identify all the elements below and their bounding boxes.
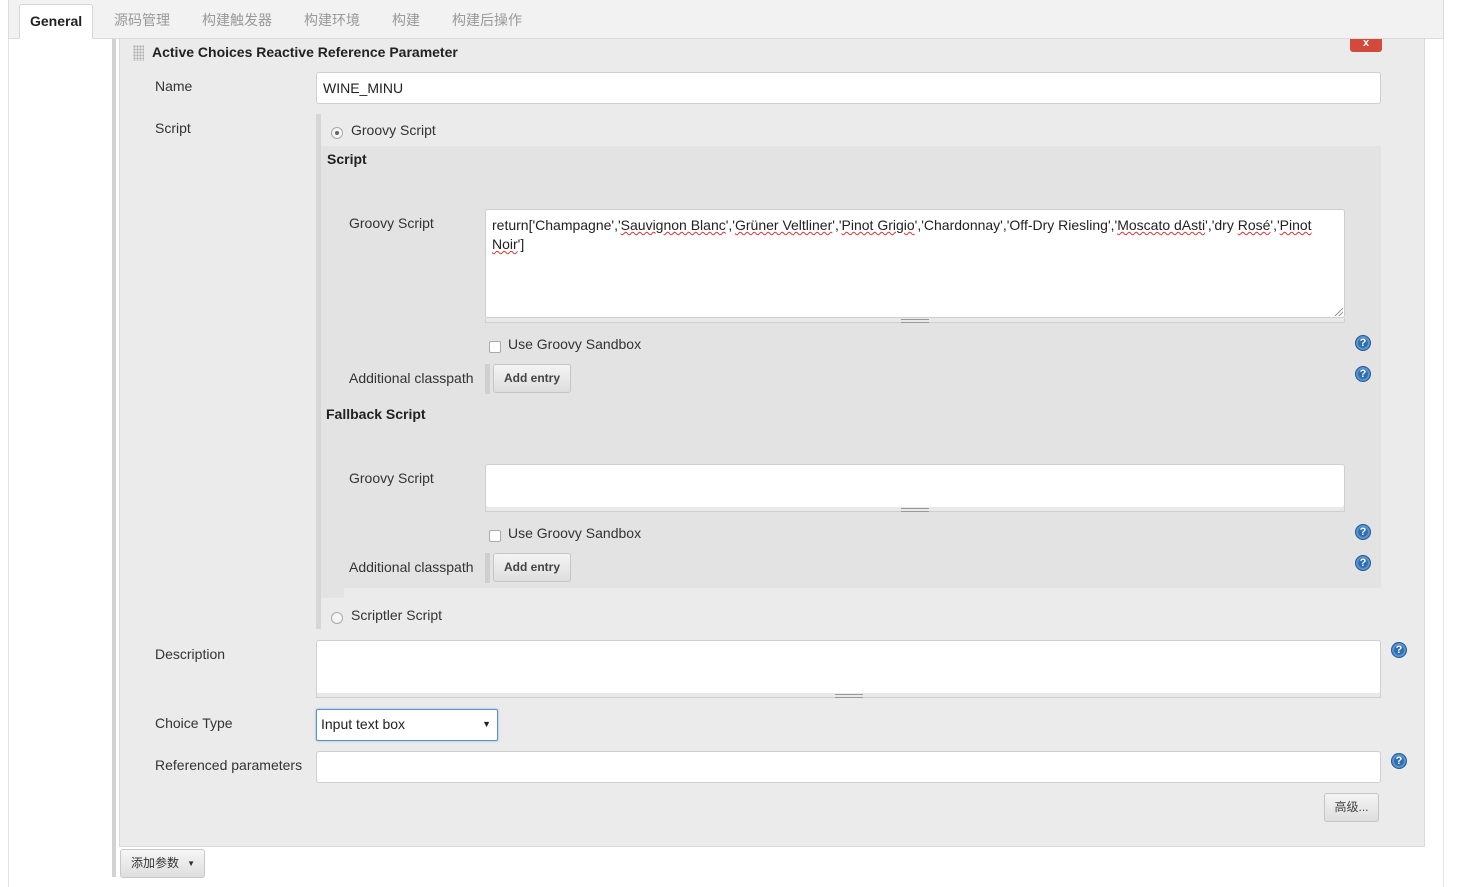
description-textarea[interactable] (316, 640, 1381, 694)
code-text: Rosé (1237, 217, 1271, 233)
fallback-classpath-label: Additional classpath (349, 559, 474, 575)
code-text: Grüner Veltliner (734, 217, 833, 233)
code-text: Pinot Grigio (841, 217, 915, 233)
code-text: ',' (725, 217, 735, 233)
code-text: Moscato dAsti (1117, 217, 1206, 233)
code-text: ','Chardonnay','Off-Dry Riesling',' (914, 217, 1118, 233)
help-icon[interactable]: ? (1355, 335, 1371, 351)
script-groovy-textarea[interactable]: return['Champagne','Sauvignon Blanc','Gr… (485, 209, 1345, 318)
tab-general[interactable]: General (19, 4, 94, 39)
frame-border-left (8, 39, 9, 887)
parameter-title: Active Choices Reactive Reference Parame… (152, 44, 458, 60)
drag-handle-icon[interactable] (133, 45, 144, 61)
script-classpath-label: Additional classpath (349, 370, 474, 386)
code-text: Pinot (1279, 217, 1312, 233)
fallback-sandbox-checkbox[interactable] (489, 530, 501, 542)
groovy-script-option-label: Groovy Script (351, 122, 436, 138)
script-label: Script (155, 120, 191, 136)
scriptler-script-radio[interactable] (331, 612, 343, 624)
code-text: ','dry (1205, 217, 1238, 233)
script-heading: Script (327, 151, 367, 167)
code-text: ',' (832, 217, 842, 233)
section-indent-bar (112, 39, 116, 877)
code-text: Sauvignon Blanc (620, 217, 726, 233)
fallback-groovy-textarea[interactable] (485, 464, 1345, 508)
help-icon[interactable]: ? (1355, 366, 1371, 382)
scriptler-script-option-label: Scriptler Script (351, 607, 443, 623)
resize-corner-icon[interactable] (1335, 308, 1343, 316)
choice-type-value: Input text box (321, 716, 406, 732)
name-input[interactable]: WINE_MINU (316, 72, 1381, 104)
dropdown-arrow-icon: ▼ (482, 719, 491, 729)
frame-border-right (1443, 39, 1444, 887)
code-text: '] (517, 236, 525, 252)
help-icon[interactable]: ? (1355, 555, 1371, 571)
referenced-parameters-input[interactable] (316, 751, 1381, 783)
help-icon[interactable]: ? (1391, 642, 1407, 658)
description-label: Description (155, 646, 226, 662)
advanced-button[interactable]: 高级... (1324, 793, 1379, 822)
script-textarea-resize-grip[interactable] (485, 318, 1345, 323)
script-sandbox-label: Use Groovy Sandbox (508, 336, 642, 352)
fallback-sandbox-label: Use Groovy Sandbox (508, 525, 642, 541)
script-sandbox-checkbox[interactable] (489, 341, 501, 353)
classpath-bar (485, 553, 490, 583)
groovy-script-radio[interactable] (331, 127, 343, 139)
help-icon[interactable]: ? (1391, 753, 1407, 769)
fallback-script-heading: Fallback Script (326, 406, 426, 422)
choice-type-select[interactable]: Input text box ▼ (316, 709, 498, 741)
code-text: Noir (492, 236, 518, 252)
tab-build-triggers[interactable]: 构建触发器 (192, 4, 282, 39)
code-text: return['Champagne',' (492, 217, 621, 233)
add-parameter-button[interactable]: 添加参数 ▼ (120, 849, 205, 878)
tab-bar: General 源码管理 构建触发器 构建环境 构建 构建后操作 (8, 0, 1444, 39)
tab-build-environment[interactable]: 构建环境 (294, 4, 370, 39)
groovy-script-section-tail (321, 588, 344, 598)
description-resize-grip[interactable] (316, 693, 1381, 698)
help-icon[interactable]: ? (1355, 524, 1371, 540)
name-label: Name (155, 78, 193, 94)
script-groovy-label: Groovy Script (349, 215, 434, 231)
fallback-add-entry-button[interactable]: Add entry (493, 553, 571, 582)
tab-build[interactable]: 构建 (382, 4, 430, 39)
dropdown-arrow-icon: ▼ (187, 859, 195, 868)
tab-post-build[interactable]: 构建后操作 (442, 4, 532, 39)
delete-parameter-button[interactable]: x (1350, 38, 1382, 52)
fallback-textarea-resize-grip[interactable] (485, 507, 1345, 512)
choice-type-label: Choice Type (155, 715, 233, 731)
tab-source-control[interactable]: 源码管理 (104, 4, 180, 39)
script-add-entry-button[interactable]: Add entry (493, 364, 571, 393)
add-parameter-label: 添加参数 (131, 856, 180, 870)
code-text: ',' (1270, 217, 1280, 233)
referenced-parameters-label: Referenced parameters (155, 757, 303, 773)
classpath-bar (485, 364, 490, 394)
fallback-groovy-label: Groovy Script (349, 470, 434, 486)
